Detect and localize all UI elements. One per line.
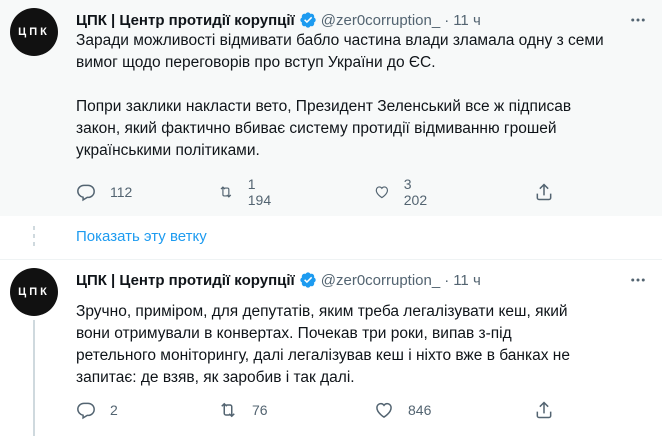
- reply-count: 112: [110, 184, 133, 200]
- share-icon: [536, 183, 552, 201]
- like-button[interactable]: 3 202: [374, 176, 431, 208]
- timestamp[interactable]: 11 ч: [453, 272, 481, 289]
- reply-icon: [77, 184, 95, 202]
- more-icon[interactable]: [628, 10, 648, 30]
- author-handle[interactable]: @zer0corruption_: [321, 12, 440, 29]
- thread-line: [33, 320, 35, 436]
- like-button[interactable]: 846: [374, 398, 431, 422]
- share-icon: [536, 401, 552, 419]
- avatar-text: ЦПК: [18, 26, 50, 38]
- like-count: 846: [408, 402, 432, 418]
- retweet-button[interactable]: 76: [218, 398, 268, 422]
- tweet-header: ЦПК | Центр протидії корупції @zer0corru…: [76, 270, 481, 290]
- like-icon: [376, 402, 392, 418]
- like-icon: [375, 186, 389, 199]
- separator-dot: ·: [444, 11, 450, 29]
- show-thread-link[interactable]: Показать эту ветку: [76, 228, 207, 245]
- separator-dot: ·: [444, 271, 450, 289]
- tweet[interactable]: ЦПК ЦПК | Центр протидії корупції @zer0c…: [0, 260, 662, 436]
- verified-badge-icon: [300, 272, 316, 288]
- tweet-header: ЦПК | Центр протидії корупції @zer0corru…: [76, 10, 481, 30]
- retweet-button[interactable]: 1 194: [218, 176, 275, 208]
- retweet-icon: [220, 186, 232, 198]
- retweet-count: 76: [252, 402, 268, 418]
- share-button[interactable]: [534, 180, 554, 204]
- like-count: 3 202: [403, 176, 428, 208]
- reply-button[interactable]: 112: [76, 180, 132, 204]
- verified-badge-icon: [300, 12, 316, 28]
- timestamp[interactable]: 11 ч: [453, 12, 481, 29]
- avatar[interactable]: ЦПК: [10, 268, 58, 316]
- reply-icon: [77, 402, 95, 420]
- show-thread-row[interactable]: Показать эту ветку: [0, 216, 662, 260]
- avatar-text: ЦПК: [18, 286, 50, 298]
- more-icon[interactable]: [628, 270, 648, 290]
- author-name[interactable]: ЦПК | Центр протидії корупції: [76, 272, 295, 289]
- reply-count: 2: [110, 402, 118, 418]
- author-handle[interactable]: @zer0corruption_: [321, 272, 440, 289]
- retweet-count: 1 194: [247, 176, 272, 208]
- tweet-text: Заради можливості відмивати бабло частин…: [76, 32, 604, 159]
- share-button[interactable]: [534, 398, 554, 422]
- author-name[interactable]: ЦПК | Центр протидії корупції: [76, 12, 295, 29]
- reply-button[interactable]: 2: [76, 398, 118, 422]
- retweet-icon: [221, 402, 235, 418]
- thread-connector: [33, 226, 35, 250]
- tweet-text: Зручно, приміром, для депутатів, яким тр…: [76, 303, 570, 386]
- tweet[interactable]: ЦПК ЦПК | Центр протидії корупції @zer0c…: [0, 0, 662, 216]
- avatar[interactable]: ЦПК: [10, 8, 58, 56]
